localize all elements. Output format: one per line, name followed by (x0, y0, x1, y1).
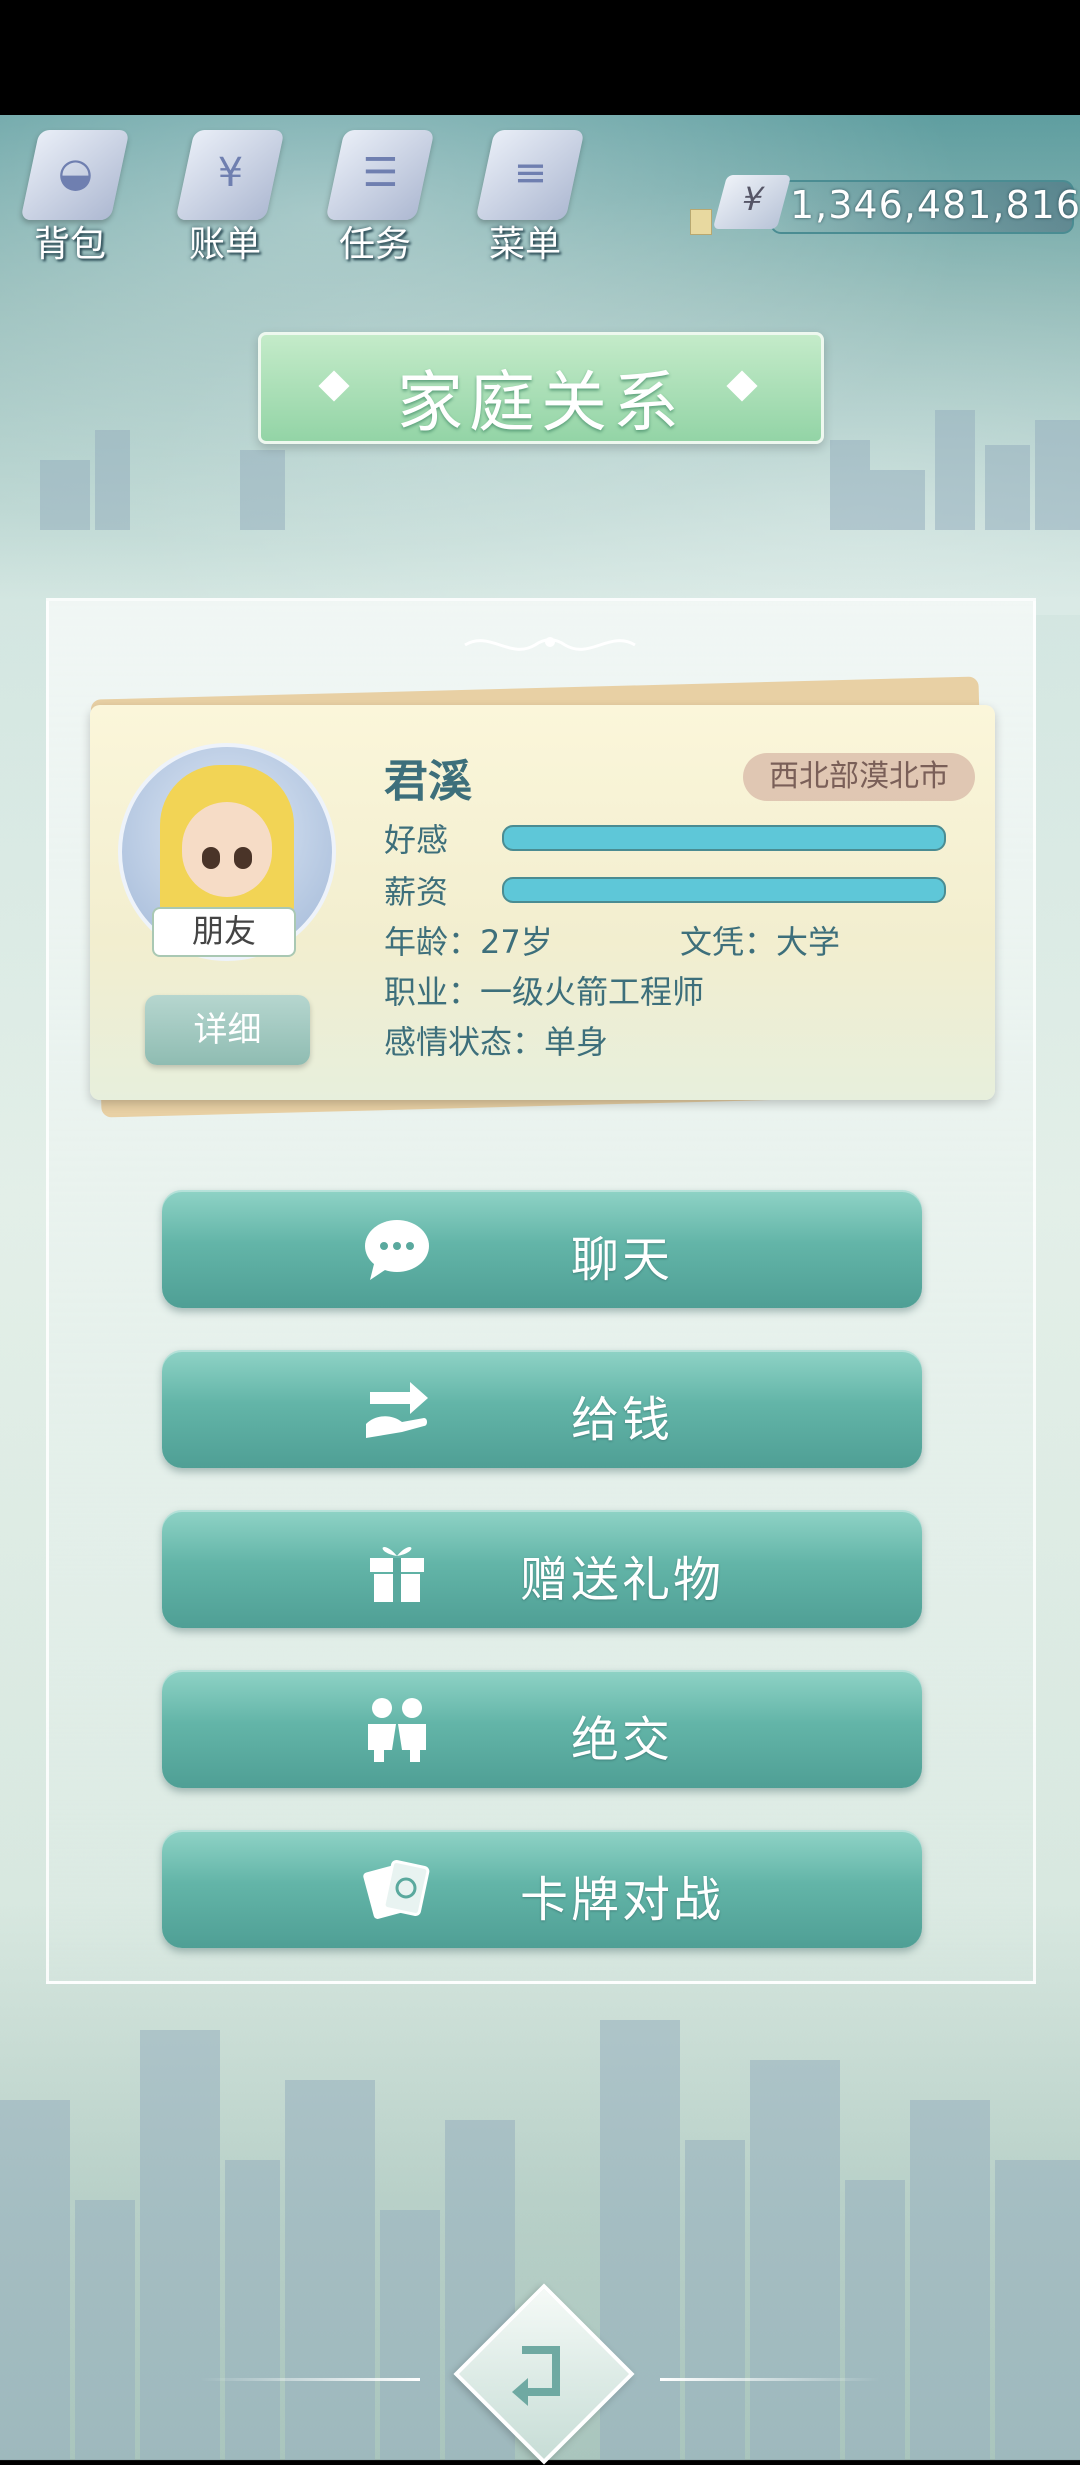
back-arrow-icon (512, 2346, 560, 2406)
gift-button[interactable]: 赠送礼物 (162, 1510, 922, 1628)
favor-bar (502, 825, 946, 851)
toolbar-bill-label: 账单 (188, 224, 261, 265)
money-value: 1,346,481,816 (790, 183, 1080, 227)
toolbar-bag-label: 背包 (33, 224, 106, 265)
chat-button-label: 聊天 (570, 1232, 673, 1288)
give-money-button-label: 给钱 (570, 1392, 673, 1448)
flourish-ornament-icon (464, 637, 636, 651)
back-divider-right (660, 2378, 880, 2381)
toolbar-task[interactable]: ☰ 任务 (305, 125, 445, 265)
gift-button-label: 赠送礼物 (519, 1552, 724, 1608)
toolbar-task-label: 任务 (338, 224, 411, 265)
favor-label: 好感 (384, 821, 449, 859)
toolbar-bag[interactable]: ◒ 背包 (0, 125, 140, 265)
detail-button[interactable]: 详细 (145, 995, 310, 1065)
menu-icon: ≡ (475, 130, 585, 220)
profile-card: 朋友 详细 君溪 西北部漠北市 好感 薪资 年龄：27岁 文凭：大学 职业：一级… (90, 705, 995, 1100)
education-text: 文凭：大学 (680, 923, 841, 961)
status-bar (0, 0, 1080, 115)
give-money-button[interactable]: 给钱 (162, 1350, 922, 1468)
toolbar-menu[interactable]: ≡ 菜单 (455, 125, 595, 265)
task-icon: ☰ (325, 130, 435, 220)
job-text: 职业：一级火箭工程师 (384, 973, 705, 1011)
back-divider-left (200, 2378, 420, 2381)
salary-label: 薪资 (384, 873, 449, 911)
bill-icon: ¥ (175, 130, 285, 220)
relationship-status-text: 感情状态：单身 (384, 1023, 609, 1061)
relation-badge: 朋友 (152, 907, 296, 957)
age-text: 年龄：27岁 (384, 923, 553, 961)
card-battle-button[interactable]: 卡牌对战 (162, 1830, 922, 1948)
chat-button[interactable]: 聊天 (162, 1190, 922, 1308)
money-display: ¥ 1,346,481,816 (690, 175, 1080, 235)
bag-icon: ◒ (20, 130, 130, 220)
break-up-button-label: 绝交 (570, 1712, 673, 1768)
character-name: 君溪 (384, 756, 472, 807)
salary-bar (502, 877, 946, 903)
location-badge: 西北部漠北市 (743, 753, 975, 801)
toolbar-menu-label: 菜单 (488, 224, 561, 265)
page-title-banner: 家庭关系 (258, 332, 824, 444)
break-up-button[interactable]: 绝交 (162, 1670, 922, 1788)
coin-icon (690, 209, 712, 235)
card-battle-button-label: 卡牌对战 (519, 1872, 724, 1928)
toolbar-bill[interactable]: ¥ 账单 (155, 125, 295, 265)
